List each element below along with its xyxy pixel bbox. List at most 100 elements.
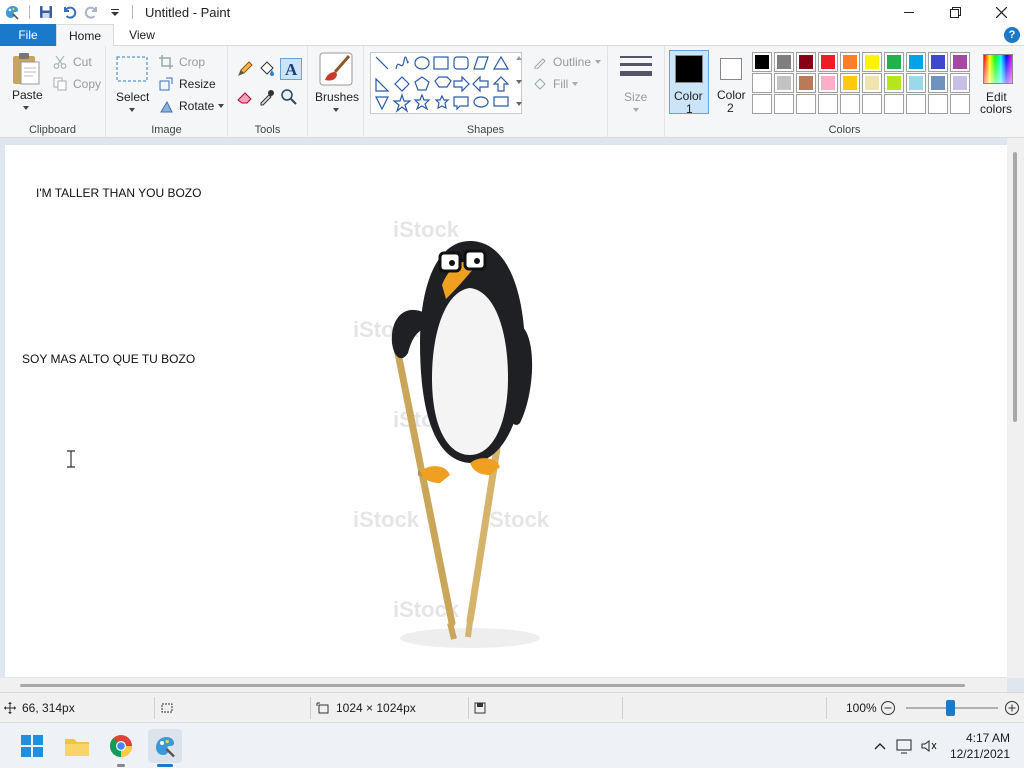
palette-swatch[interactable] (950, 94, 970, 114)
edit-colors-button[interactable]: Edit colors (975, 50, 1021, 116)
copy-icon (52, 76, 68, 92)
brushes-group[interactable]: Brushes (308, 46, 364, 138)
start-button[interactable] (15, 729, 49, 763)
network-icon[interactable] (892, 738, 918, 754)
paint-app-icon[interactable] (2, 2, 22, 22)
tab-file[interactable]: File (0, 24, 56, 46)
paste-button[interactable]: Paste (6, 50, 46, 114)
eraser-icon[interactable] (236, 88, 256, 108)
close-button[interactable] (978, 0, 1024, 24)
palette-swatch[interactable] (840, 94, 860, 114)
rotate-button[interactable]: Rotate (158, 96, 225, 116)
color2-button[interactable]: Color 2 (711, 50, 751, 115)
tab-view[interactable]: View (114, 24, 170, 46)
resize-button[interactable]: Resize (158, 74, 216, 94)
pencil-icon[interactable] (236, 60, 256, 80)
outline-button[interactable]: Outline (532, 52, 602, 72)
chrome-button[interactable] (104, 729, 138, 767)
cursor-position-text: 66, 314px (22, 701, 75, 715)
customize-qat-icon[interactable] (105, 2, 125, 22)
palette-swatch[interactable] (752, 94, 772, 114)
palette-swatch[interactable] (818, 73, 838, 93)
active-indicator (157, 764, 173, 767)
palette-swatch[interactable] (884, 52, 904, 72)
status-separator (154, 697, 155, 719)
drawing-canvas[interactable]: I'M TALLER THAN YOU BOZO SOY MAS ALTO QU… (5, 145, 1007, 677)
palette-swatch[interactable] (862, 52, 882, 72)
help-icon[interactable]: ? (1004, 27, 1020, 43)
magnifier-icon[interactable] (280, 88, 300, 108)
zoom-slider[interactable] (906, 693, 998, 723)
paint-taskbar-button[interactable] (148, 729, 182, 767)
shapes-scrollbar[interactable] (514, 54, 524, 112)
size-button[interactable]: Size (612, 50, 658, 118)
zoom-in-button[interactable] (1004, 693, 1020, 723)
palette-swatch[interactable] (906, 94, 926, 114)
palette-swatch[interactable] (906, 73, 926, 93)
shapes-gallery[interactable] (370, 52, 522, 114)
palette-swatch-color (843, 76, 857, 90)
redo-icon[interactable] (82, 2, 102, 22)
vertical-scroll-thumb[interactable] (1013, 152, 1017, 422)
palette-swatch-color (777, 55, 791, 69)
palette-swatch[interactable] (950, 52, 970, 72)
palette-swatch[interactable] (928, 52, 948, 72)
restore-button[interactable] (932, 0, 978, 24)
fill-button[interactable]: Fill (532, 74, 579, 94)
shapes-group: Outline Fill Shapes (364, 46, 608, 138)
crop-button[interactable]: Crop (158, 52, 205, 72)
palette-swatch[interactable] (928, 94, 948, 114)
selection-size (160, 693, 174, 723)
status-bar: 66, 314px 1024 × 1024px 100% (0, 692, 1024, 722)
color-picker-icon[interactable] (258, 88, 278, 108)
selection-size-icon (161, 703, 173, 713)
palette-swatch[interactable] (840, 73, 860, 93)
palette-swatch[interactable] (774, 52, 794, 72)
palette-swatch[interactable] (884, 94, 904, 114)
svg-text:A: A (285, 60, 298, 79)
minimize-button[interactable] (886, 0, 932, 24)
show-hidden-icons-button[interactable] (868, 742, 892, 750)
palette-swatch[interactable] (906, 52, 926, 72)
file-explorer-button[interactable] (60, 729, 94, 763)
horizontal-scroll-thumb[interactable] (20, 684, 965, 687)
palette-swatch[interactable] (950, 73, 970, 93)
fill-bucket-icon[interactable] (258, 60, 278, 80)
shapes-group-label: Shapes (466, 124, 505, 136)
palette-swatch[interactable] (796, 94, 816, 114)
window-controls (886, 0, 1024, 24)
undo-icon[interactable] (59, 2, 79, 22)
text-tool-icon[interactable]: A (280, 58, 302, 80)
palette-swatch[interactable] (862, 94, 882, 114)
select-button[interactable]: Select (112, 50, 152, 114)
palette-swatch-color (953, 76, 967, 90)
palette-swatch[interactable] (862, 73, 882, 93)
palette-swatch[interactable] (774, 94, 794, 114)
horizontal-scrollbar[interactable] (0, 678, 1007, 692)
palette-swatch[interactable] (752, 73, 772, 93)
color1-button[interactable]: Color 1 (669, 50, 709, 116)
volume-muted-icon[interactable] (918, 738, 940, 754)
palette-swatch[interactable] (796, 52, 816, 72)
vertical-scrollbar[interactable] (1007, 138, 1024, 678)
palette-swatch[interactable] (818, 94, 838, 114)
color1-number: 1 (686, 102, 693, 116)
cut-button[interactable]: Cut (52, 52, 92, 72)
save-icon[interactable] (36, 2, 56, 22)
qat-separator (132, 5, 133, 19)
zoom-out-button[interactable] (880, 693, 896, 723)
resize-label: Resize (179, 77, 216, 91)
palette-swatch[interactable] (840, 52, 860, 72)
palette-swatch[interactable] (774, 73, 794, 93)
palette-swatch[interactable] (818, 52, 838, 72)
palette-swatch[interactable] (928, 73, 948, 93)
palette-swatch[interactable] (796, 73, 816, 93)
palette-swatch[interactable] (752, 52, 772, 72)
zoom-slider-thumb[interactable] (946, 700, 955, 716)
zoom-level: 100% (846, 701, 877, 715)
tab-home[interactable]: Home (56, 24, 114, 47)
palette-swatch[interactable] (884, 73, 904, 93)
clock[interactable]: 4:17 AM 12/21/2021 (950, 730, 1010, 762)
window-title: Untitled - Paint (145, 4, 231, 20)
copy-button[interactable]: Copy (52, 74, 101, 94)
